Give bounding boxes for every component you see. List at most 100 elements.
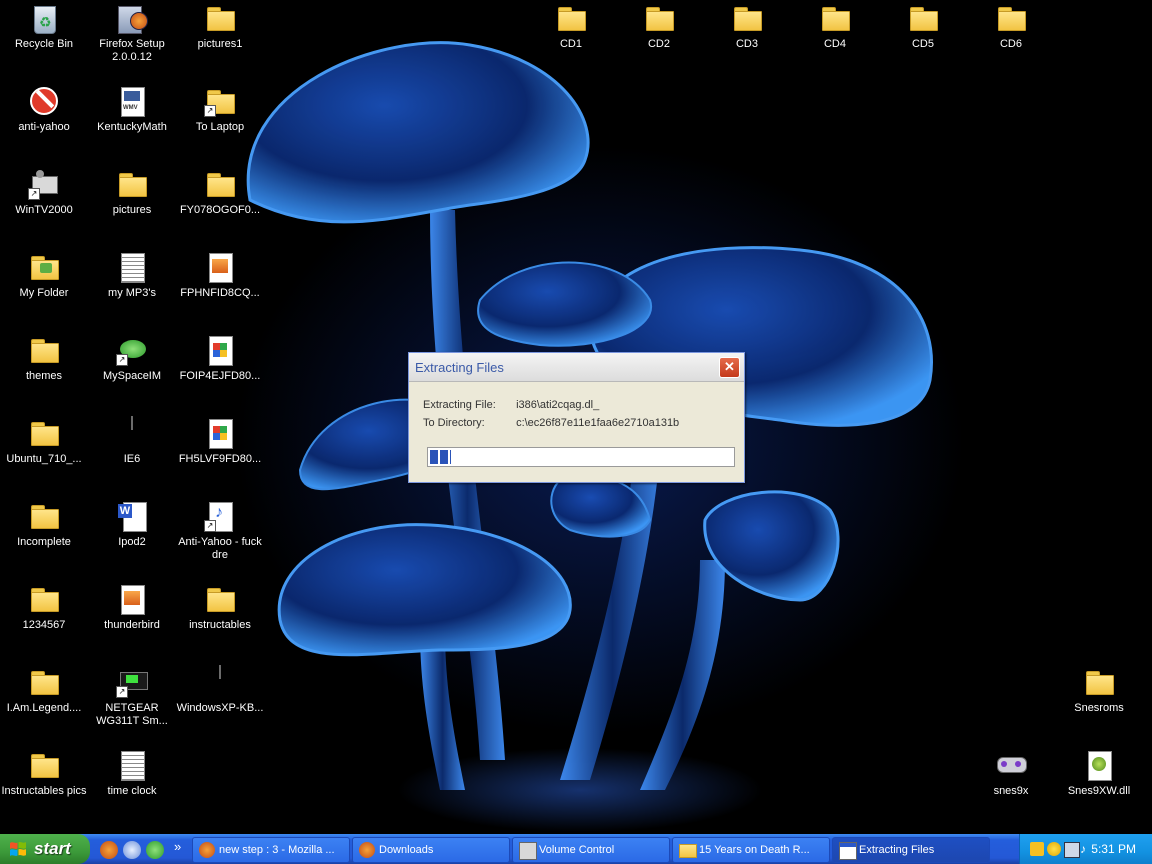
desktop-icon-fy078[interactable]: FY078OGOF0...	[176, 168, 264, 217]
icon-label: FY078OGOF0...	[179, 204, 261, 216]
desktop-icon-instructables[interactable]: instructables	[176, 583, 264, 632]
icon-label: IE6	[123, 453, 141, 465]
folder-icon	[643, 2, 675, 34]
icon-label: pictures1	[197, 38, 243, 50]
dialog-titlebar[interactable]: Extracting Files ✕	[409, 353, 744, 382]
desktop-icon-cd5[interactable]: CD5	[879, 2, 967, 51]
desktop-icon-foip4ejfd80[interactable]: FOIP4EJFD80...	[176, 334, 264, 383]
folder-icon	[204, 583, 236, 615]
desktop-icon-snes9x[interactable]: snes9x	[967, 749, 1055, 798]
desktop-icon-pictures1[interactable]: pictures1	[176, 2, 264, 51]
text-file-icon	[116, 251, 148, 283]
icon-label: CD1	[559, 38, 582, 50]
desktop-icon-ipod2[interactable]: W Ipod2	[88, 500, 176, 549]
desktop-icon-my-folder[interactable]: My Folder	[0, 251, 88, 300]
folder-shortcut-icon: ↗	[204, 85, 236, 117]
desktop-icon-cd1[interactable]: CD1	[527, 2, 615, 51]
folder-icon	[907, 2, 939, 34]
icon-label: Ipod2	[118, 536, 146, 548]
desktop-icon-ie6[interactable]: IE6	[88, 416, 176, 466]
icon-label: I.Am.Legend....	[6, 702, 82, 714]
folder-icon	[555, 2, 587, 34]
smiley-tray-icon[interactable]	[1047, 842, 1061, 856]
text-file-icon	[116, 749, 148, 781]
taskbar-button-downloads[interactable]: Downloads	[352, 837, 510, 863]
firefox-icon	[199, 842, 215, 858]
desktop-icon-snesroms[interactable]: Snesroms	[1055, 666, 1143, 715]
desktop-icon-anti-yahoo[interactable]: anti-yahoo	[0, 85, 88, 134]
taskbar-button-label: Extracting Files	[859, 844, 935, 856]
desktop-icon-firefox-setup[interactable]: Firefox Setup 2.0.0.12	[88, 2, 176, 64]
folder-icon	[28, 583, 60, 615]
taskbar-button-extracting-files[interactable]: Extracting Files	[832, 837, 990, 863]
image-file-icon	[204, 251, 236, 283]
to-directory-label: To Directory:	[423, 417, 485, 429]
desktop-icon-themes[interactable]: themes	[0, 334, 88, 383]
icon-label: instructables	[189, 619, 251, 631]
icon-label: time clock	[107, 785, 157, 797]
dll-file-icon	[1083, 749, 1115, 781]
desktop-icon-cd2[interactable]: CD2	[615, 2, 703, 51]
firefox-setup-icon	[116, 2, 148, 34]
desktop-icon-time-clock[interactable]: time clock	[88, 749, 176, 798]
itunes-quicklaunch-icon[interactable]	[123, 841, 141, 859]
block-icon	[28, 85, 60, 117]
to-directory-value: c:\ec26f87e11e1faa6e2710a131b	[516, 417, 680, 429]
icon-label: thunderbird	[104, 619, 160, 631]
close-button[interactable]: ✕	[719, 357, 740, 378]
desktop-icon-to-laptop[interactable]: ↗ To Laptop	[176, 85, 264, 134]
tray-app-icon[interactable]	[1030, 842, 1044, 856]
desktop-icon-kentuckymath[interactable]: WMV KentuckyMath	[88, 85, 176, 134]
tv-app-icon: ↗	[28, 168, 60, 200]
word-doc-icon: W	[116, 500, 148, 532]
folder-icon	[995, 2, 1027, 34]
desktop-icon-ubuntu[interactable]: Ubuntu_710_...	[0, 417, 88, 466]
desktop: ♻ Recycle Bin anti-yahoo ↗ WinTV2000 My …	[0, 0, 1152, 834]
icon-label: FH5LVF9FD80...	[178, 453, 262, 465]
desktop-icon-myspaceim[interactable]: ↗ MySpaceIM	[88, 334, 176, 383]
windows-flag-icon	[10, 841, 26, 856]
desktop-icon-wintv2000[interactable]: ↗ WinTV2000	[0, 168, 88, 217]
icon-label: CD4	[823, 38, 846, 50]
icon-label: Anti-Yahoo - fuck dre	[178, 536, 262, 561]
desktop-icon-i-am-legend[interactable]: I.Am.Legend....	[0, 666, 88, 715]
icon-label: MySpaceIM	[102, 370, 162, 382]
folder-icon	[819, 2, 851, 34]
progress-fill	[430, 450, 452, 464]
start-label: start	[34, 839, 71, 858]
desktop-icon-recycle-bin[interactable]: ♻ Recycle Bin	[0, 2, 88, 51]
network-tray-icon[interactable]	[1064, 842, 1080, 858]
taskbar: start » new step : 3 - Mozilla ... Downl…	[0, 834, 1152, 864]
desktop-icon-pictures[interactable]: pictures	[88, 168, 176, 217]
firefox-quicklaunch-icon[interactable]	[100, 841, 118, 859]
taskbar-button-volume-control[interactable]: Volume Control	[512, 837, 670, 863]
image-file-icon	[116, 583, 148, 615]
netgear-app-icon: ↗	[116, 666, 148, 698]
myspaceim-quicklaunch-icon[interactable]	[146, 841, 164, 859]
start-button[interactable]: start	[0, 834, 90, 864]
desktop-icon-anti-yahoo-mp3[interactable]: ♪ ↗ Anti-Yahoo - fuck dre	[176, 500, 264, 562]
clock[interactable]: 5:31 PM	[1091, 842, 1136, 856]
desktop-icon-thunderbird[interactable]: thunderbird	[88, 583, 176, 632]
icon-label: pictures	[112, 204, 152, 216]
desktop-icon-cd4[interactable]: CD4	[791, 2, 879, 51]
desktop-icon-netgear[interactable]: ↗ NETGEAR WG311T Sm...	[88, 666, 176, 728]
desktop-icon-instructables-pics[interactable]: Instructables pics	[0, 749, 88, 798]
folder-icon	[731, 2, 763, 34]
taskbar-button-mozilla[interactable]: new step : 3 - Mozilla ...	[192, 837, 350, 863]
desktop-icon-snes9xw-dll[interactable]: Snes9XW.dll	[1055, 749, 1143, 798]
extracting-files-dialog: Extracting Files ✕ Extracting File: i386…	[408, 352, 745, 483]
desktop-icon-cd3[interactable]: CD3	[703, 2, 791, 51]
desktop-icon-my-mp3s[interactable]: my MP3's	[88, 251, 176, 300]
extracting-file-label: Extracting File:	[423, 399, 496, 411]
desktop-icon-1234567[interactable]: 1234567	[0, 583, 88, 632]
desktop-icon-incomplete[interactable]: Incomplete	[0, 500, 88, 549]
desktop-icon-cd6[interactable]: CD6	[967, 2, 1055, 51]
quicklaunch-more-chevron[interactable]: »	[174, 839, 181, 854]
taskbar-button-folder[interactable]: 15 Years on Death R...	[672, 837, 830, 863]
icon-label: Firefox Setup 2.0.0.12	[99, 38, 165, 63]
desktop-icon-windowsxp-kb[interactable]: WindowsXP-KB...	[176, 665, 264, 715]
icon-label: My Folder	[19, 287, 69, 299]
desktop-icon-fphnfid8cq[interactable]: FPHNFID8CQ...	[176, 251, 264, 300]
desktop-icon-fh5lvf9fd80[interactable]: FH5LVF9FD80...	[176, 417, 264, 466]
